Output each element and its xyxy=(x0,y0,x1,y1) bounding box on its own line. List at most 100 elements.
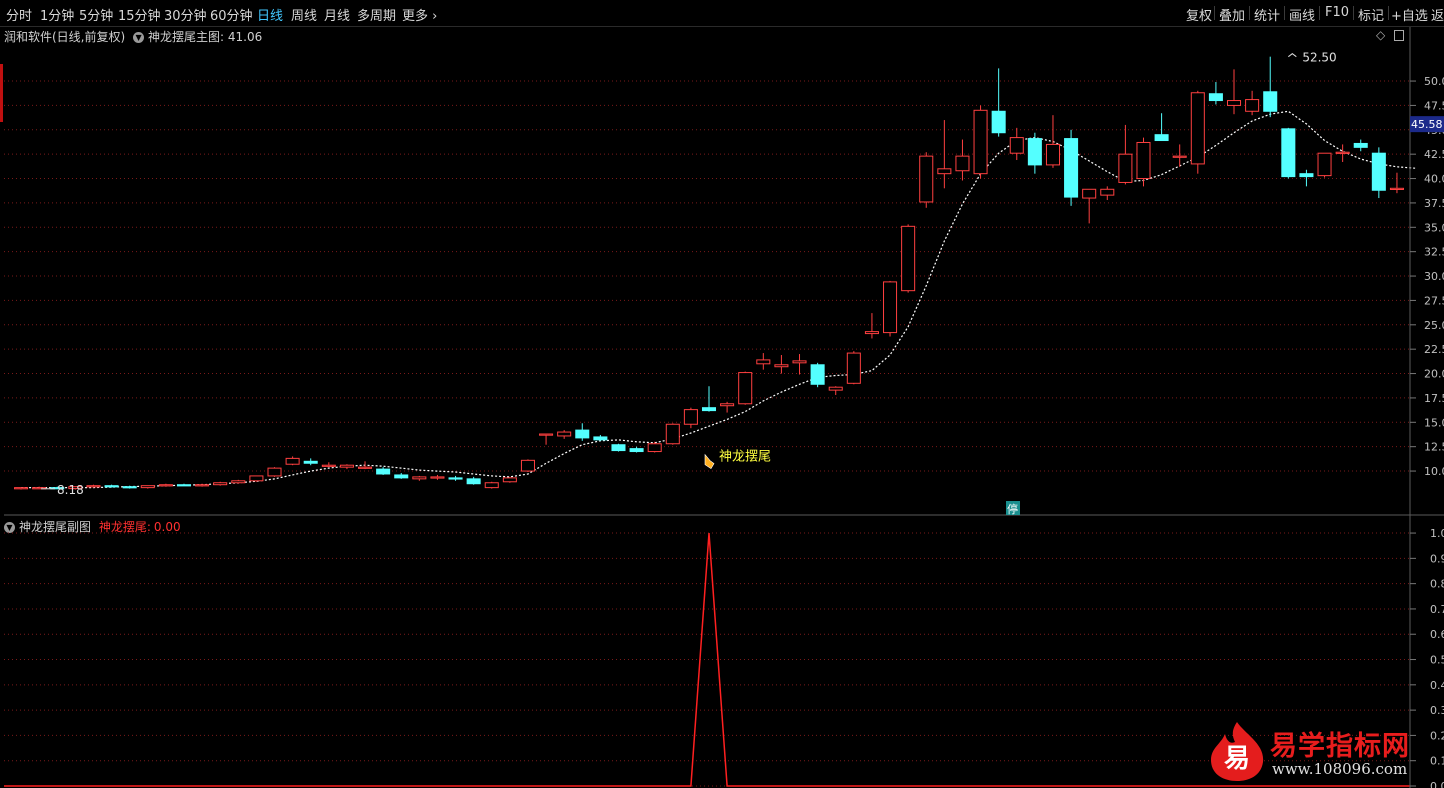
y-tick-label: 0.3 xyxy=(1430,704,1444,717)
candle-body xyxy=(575,429,590,439)
y-tick-label: 17.5 xyxy=(1424,392,1444,405)
y-tick-label: 0.6 xyxy=(1430,628,1444,641)
candle-body xyxy=(466,478,481,485)
candle-body xyxy=(1045,143,1060,166)
y-tick-label: 40.0 xyxy=(1424,173,1444,186)
y-tick-label: 42.5 xyxy=(1424,148,1444,161)
y-tick-label: 10.0 xyxy=(1424,465,1444,478)
candle-body xyxy=(864,331,879,335)
y-tick-label: 0.7 xyxy=(1430,603,1444,616)
y-tick-label: 0.4 xyxy=(1430,679,1444,692)
candle-body xyxy=(285,457,300,465)
signal-label: 神龙摆尾 xyxy=(719,450,771,465)
chart-area[interactable]: 50.047.545.042.540.037.535.032.530.027.5… xyxy=(0,0,1444,788)
candle-body xyxy=(955,155,970,172)
candle-body xyxy=(774,364,789,368)
hand-cursor-icon xyxy=(704,453,715,469)
candle-body xyxy=(520,459,535,472)
y-tick-label: 27.5 xyxy=(1424,294,1444,307)
y-tick-label: 50.0 xyxy=(1424,75,1444,88)
candle-body xyxy=(539,433,554,436)
candle-body xyxy=(593,436,608,441)
candle-body xyxy=(683,409,698,425)
watermark-logo: 易 xyxy=(1207,720,1267,782)
candle-body xyxy=(122,486,137,489)
candle-body xyxy=(647,443,662,453)
candle-body xyxy=(973,109,988,175)
candle-body xyxy=(376,468,391,475)
signal-series-line xyxy=(4,533,1410,787)
price-tag-value: 45.58 xyxy=(1411,118,1443,131)
candle-body xyxy=(1389,187,1404,191)
candle-body xyxy=(394,474,409,479)
left-edge-marker xyxy=(0,64,3,122)
candle-body xyxy=(104,485,119,488)
candle-body xyxy=(1281,128,1296,178)
candle-body xyxy=(810,364,825,385)
candle-body xyxy=(1154,134,1169,142)
candle-body xyxy=(484,482,499,489)
candle-body xyxy=(883,281,898,334)
candle-body xyxy=(140,485,155,489)
candle-body xyxy=(1009,137,1024,154)
candle-body xyxy=(176,484,192,487)
candle-body xyxy=(1100,188,1115,196)
y-tick-label: 0.2 xyxy=(1430,729,1444,742)
candle-body xyxy=(158,484,173,487)
candle-body xyxy=(14,487,29,490)
y-tick-label: 15.0 xyxy=(1424,416,1444,429)
high-label: 52.50 xyxy=(1302,51,1336,65)
y-tick-label: 22.5 xyxy=(1424,343,1444,356)
y-tick-label: 0.5 xyxy=(1430,654,1444,667)
candle-body xyxy=(412,476,427,480)
y-tick-label: 0.9 xyxy=(1430,552,1444,565)
candle-body xyxy=(1136,141,1151,180)
candle-body xyxy=(792,360,807,364)
y-tick-label: 0.1 xyxy=(1430,755,1444,768)
candle-body xyxy=(1118,153,1133,183)
candle-body xyxy=(195,484,210,487)
watermark-url: www.108096.com xyxy=(1272,760,1408,778)
candle-body xyxy=(213,482,228,486)
candle-body xyxy=(267,467,282,477)
candle-body xyxy=(1371,152,1386,191)
y-tick-label: 30.0 xyxy=(1424,270,1444,283)
candle-body xyxy=(828,386,843,391)
candle-body xyxy=(1082,188,1097,199)
candle-body xyxy=(1226,100,1242,106)
candle-body xyxy=(756,359,771,365)
candle-body xyxy=(1172,155,1187,158)
candle-body xyxy=(720,403,735,407)
watermark-brand: 易学指标网 xyxy=(1270,731,1410,762)
candle-body xyxy=(1208,93,1223,102)
candle-body xyxy=(1317,152,1332,177)
candle-body xyxy=(1263,91,1278,112)
candle-body xyxy=(1299,173,1314,178)
candle-body xyxy=(738,372,753,405)
candle-body xyxy=(321,464,336,467)
candle-body xyxy=(1027,138,1042,166)
candle-body xyxy=(1064,138,1079,198)
candle-body xyxy=(86,485,101,488)
y-tick-label: 12.5 xyxy=(1424,441,1444,454)
candle-body xyxy=(249,475,264,482)
y-tick-label: 1.0 xyxy=(1430,527,1444,540)
y-tick-label: 32.5 xyxy=(1424,246,1444,259)
y-tick-label: 37.5 xyxy=(1424,197,1444,210)
candle-body xyxy=(846,352,861,384)
candle-body xyxy=(665,423,680,445)
candle-body xyxy=(1335,151,1350,154)
candle-body xyxy=(303,460,318,464)
ma-line xyxy=(21,110,1416,489)
candle-body xyxy=(701,407,717,412)
candle-body xyxy=(901,225,916,292)
y-tick-label: 25.0 xyxy=(1424,319,1444,332)
y-tick-label: 20.0 xyxy=(1424,368,1444,381)
candle-body xyxy=(430,476,445,479)
candle-body xyxy=(231,480,246,484)
candle-body xyxy=(502,477,517,483)
candle-body xyxy=(557,431,572,437)
y-tick-label: 0.0 xyxy=(1430,780,1444,788)
svg-text:易: 易 xyxy=(1224,744,1250,774)
candle-body xyxy=(358,466,373,469)
